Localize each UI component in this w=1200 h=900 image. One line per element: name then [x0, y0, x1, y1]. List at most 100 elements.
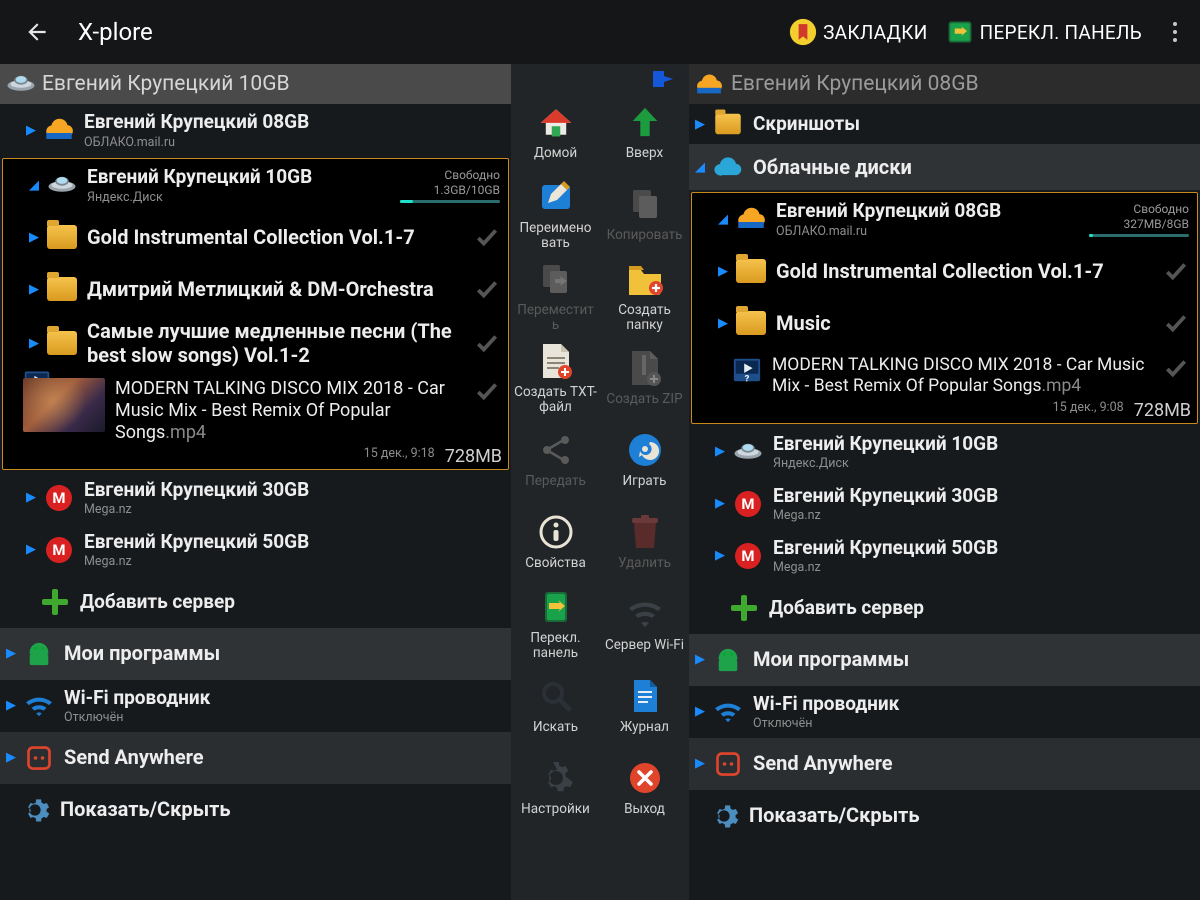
switch-panel-button[interactable]: ПЕРЕКЛ. ПАНЕЛЬ	[946, 18, 1142, 46]
gear-icon	[18, 795, 52, 825]
file-modern-talking-right[interactable]: ? MODERN TALKING DISCO MIX 2018 - Car Mu…	[692, 349, 1197, 402]
mega-icon: M	[735, 491, 761, 517]
account-08-left[interactable]: ▶ Евгений Крупецкий 08GB ОБЛАКО.mail.ru	[0, 104, 511, 156]
properties-icon	[536, 512, 576, 552]
gear-icon	[707, 801, 741, 831]
center-toolbar: Домой Вверх Переимено вать Копировать Пе…	[511, 64, 689, 900]
mailru-cloud-icon	[42, 115, 76, 145]
check-icon[interactable]	[474, 378, 500, 404]
log-icon	[625, 676, 665, 716]
check-icon[interactable]	[474, 276, 500, 302]
check-icon[interactable]	[1163, 310, 1189, 336]
account-30-right[interactable]: ▶ M Евгений Крупецкий 30GBMega.nz	[689, 478, 1200, 530]
folder-music-right[interactable]: ▶ Music	[692, 297, 1197, 349]
tool-log[interactable]: Журнал	[600, 666, 689, 748]
folder-icon	[47, 225, 77, 249]
wifi-right[interactable]: ▶ Wi-Fi проводникОтключён	[689, 686, 1200, 738]
svg-text:?: ?	[745, 373, 750, 384]
show-hide-left[interactable]: Показать/Скрыть	[0, 784, 511, 836]
tool-properties[interactable]: Свойства	[511, 502, 600, 584]
show-hide-right[interactable]: Показать/Скрыть	[689, 790, 1200, 842]
tool-switch-panel[interactable]: Перекл. панель	[511, 584, 600, 666]
wifi-left[interactable]: ▶ Wi-Fi проводникОтключён	[0, 680, 511, 732]
app-title: X-plore	[78, 18, 789, 46]
switch-panel-icon	[536, 587, 576, 627]
new-folder-icon	[625, 259, 665, 299]
check-icon[interactable]	[474, 330, 500, 356]
move-icon	[536, 259, 576, 299]
ufo-icon	[45, 170, 79, 200]
tool-exit[interactable]: Выход	[600, 748, 689, 830]
send-anywhere-right[interactable]: ▶ Send Anywhere	[689, 738, 1200, 790]
account-50-left[interactable]: ▶ M Евгений Крупецкий 50GBMega.nz	[0, 524, 511, 576]
bookmarks-button[interactable]: ЗАКЛАДКИ	[789, 18, 928, 46]
tool-play[interactable]: Играть	[600, 420, 689, 502]
wifi-icon	[22, 691, 56, 721]
tool-rename[interactable]: Переимено вать	[511, 174, 600, 256]
home-icon	[536, 102, 576, 142]
tool-wifi-server[interactable]: Сервер Wi-Fi	[600, 584, 689, 666]
folder-best-slow-songs[interactable]: ▶ Самые лучшие медленные песни (The best…	[3, 315, 508, 372]
check-icon[interactable]	[474, 224, 500, 250]
file-meta-right: 15 дек., 9:08728MB	[692, 400, 1197, 421]
tool-search[interactable]: Искать	[511, 666, 600, 748]
my-apps-left[interactable]: ▶ Мои программы	[0, 628, 511, 680]
folder-gold-instrumental-right[interactable]: ▶ Gold Instrumental Collection Vol.1-7	[692, 245, 1197, 297]
account-08-right[interactable]: ◢ Евгений Крупецкий 08GBОБЛАКО.mail.ru С…	[692, 193, 1197, 245]
collapse-icon[interactable]: ◢	[23, 178, 45, 193]
wifi-icon	[625, 594, 665, 634]
account-50-right[interactable]: ▶ M Евгений Крупецкий 50GBMega.nz	[689, 530, 1200, 582]
file-modern-talking-left[interactable]: MODERN TALKING DISCO MIX 2018 - Car Musi…	[3, 372, 508, 448]
trash-icon	[625, 512, 665, 552]
ufo-icon	[731, 437, 765, 467]
tool-home[interactable]: Домой	[511, 92, 600, 174]
folder-icon	[47, 331, 77, 355]
video-file-icon: ?	[730, 355, 764, 385]
new-zip-icon	[625, 348, 665, 388]
left-pane: Евгений Крупецкий 10GB ▶ Евгений Крупецк…	[0, 64, 511, 900]
tool-copy[interactable]: Копировать	[600, 174, 689, 256]
back-button[interactable]	[20, 15, 54, 49]
copy-icon	[625, 184, 665, 224]
topbar: X-plore ЗАКЛАДКИ ПЕРЕКЛ. ПАНЕЛЬ	[0, 0, 1200, 64]
folder-metlitskiy[interactable]: ▶ Дмитрий Метлицкий & DM-Orchestra	[3, 263, 508, 315]
folder-icon	[715, 114, 741, 134]
right-pane: Евгений Крупецкий 08GB ▶ Скриншоты ◢ Обл…	[689, 64, 1200, 900]
tool-move[interactable]: Переместит ь	[511, 256, 600, 338]
bookmark-icon	[789, 18, 817, 46]
tool-new-txt[interactable]: Создать TXT-файл	[511, 338, 600, 420]
send-anywhere-icon	[711, 749, 745, 779]
expand-icon[interactable]: ▶	[20, 123, 42, 138]
tool-new-folder[interactable]: Создать папку	[600, 256, 689, 338]
folder-gold-instrumental[interactable]: ▶ Gold Instrumental Collection Vol.1-7	[3, 211, 508, 263]
mega-icon: M	[735, 543, 761, 569]
right-pane-header[interactable]: Евгений Крупецкий 08GB	[689, 64, 1200, 104]
search-icon	[536, 676, 576, 716]
account-10-left[interactable]: ◢ Евгений Крупецкий 10GB Яндекс.Диск Сво…	[3, 159, 508, 211]
plus-icon	[729, 593, 759, 623]
add-server-left[interactable]: Добавить сервер	[0, 576, 511, 628]
account-10-right[interactable]: ▶ Евгений Крупецкий 10GBЯндекс.Диск	[689, 426, 1200, 478]
overflow-menu-button[interactable]	[1160, 22, 1190, 42]
folder-screenshots[interactable]: ▶ Скриншоты	[689, 104, 1200, 144]
wifi-icon	[711, 697, 745, 727]
add-server-right[interactable]: Добавить сервер	[689, 582, 1200, 634]
cloud-drives[interactable]: ◢ Облачные диски	[689, 144, 1200, 190]
send-anywhere-left[interactable]: ▶ Send Anywhere	[0, 732, 511, 784]
tool-settings[interactable]: Настройки	[511, 748, 600, 830]
tool-share[interactable]: Передать	[511, 420, 600, 502]
tool-up[interactable]: Вверх	[600, 92, 689, 174]
tool-new-zip[interactable]: Создать ZIP	[600, 338, 689, 420]
folder-icon	[736, 311, 766, 335]
left-highlighted-tree: ◢ Евгений Крупецкий 10GB Яндекс.Диск Сво…	[2, 158, 509, 470]
check-icon[interactable]	[1163, 258, 1189, 284]
tool-delete[interactable]: Удалить	[600, 502, 689, 584]
account-30-left[interactable]: ▶ M Евгений Крупецкий 30GBMega.nz	[0, 472, 511, 524]
active-pane-indicator-icon	[511, 66, 689, 92]
check-icon[interactable]	[1163, 355, 1189, 381]
left-pane-header[interactable]: Евгений Крупецкий 10GB	[0, 64, 511, 104]
plus-icon	[40, 587, 70, 617]
my-apps-right[interactable]: ▶ Мои программы	[689, 634, 1200, 686]
up-arrow-icon	[625, 102, 665, 142]
mailru-cloud-icon	[695, 73, 725, 95]
